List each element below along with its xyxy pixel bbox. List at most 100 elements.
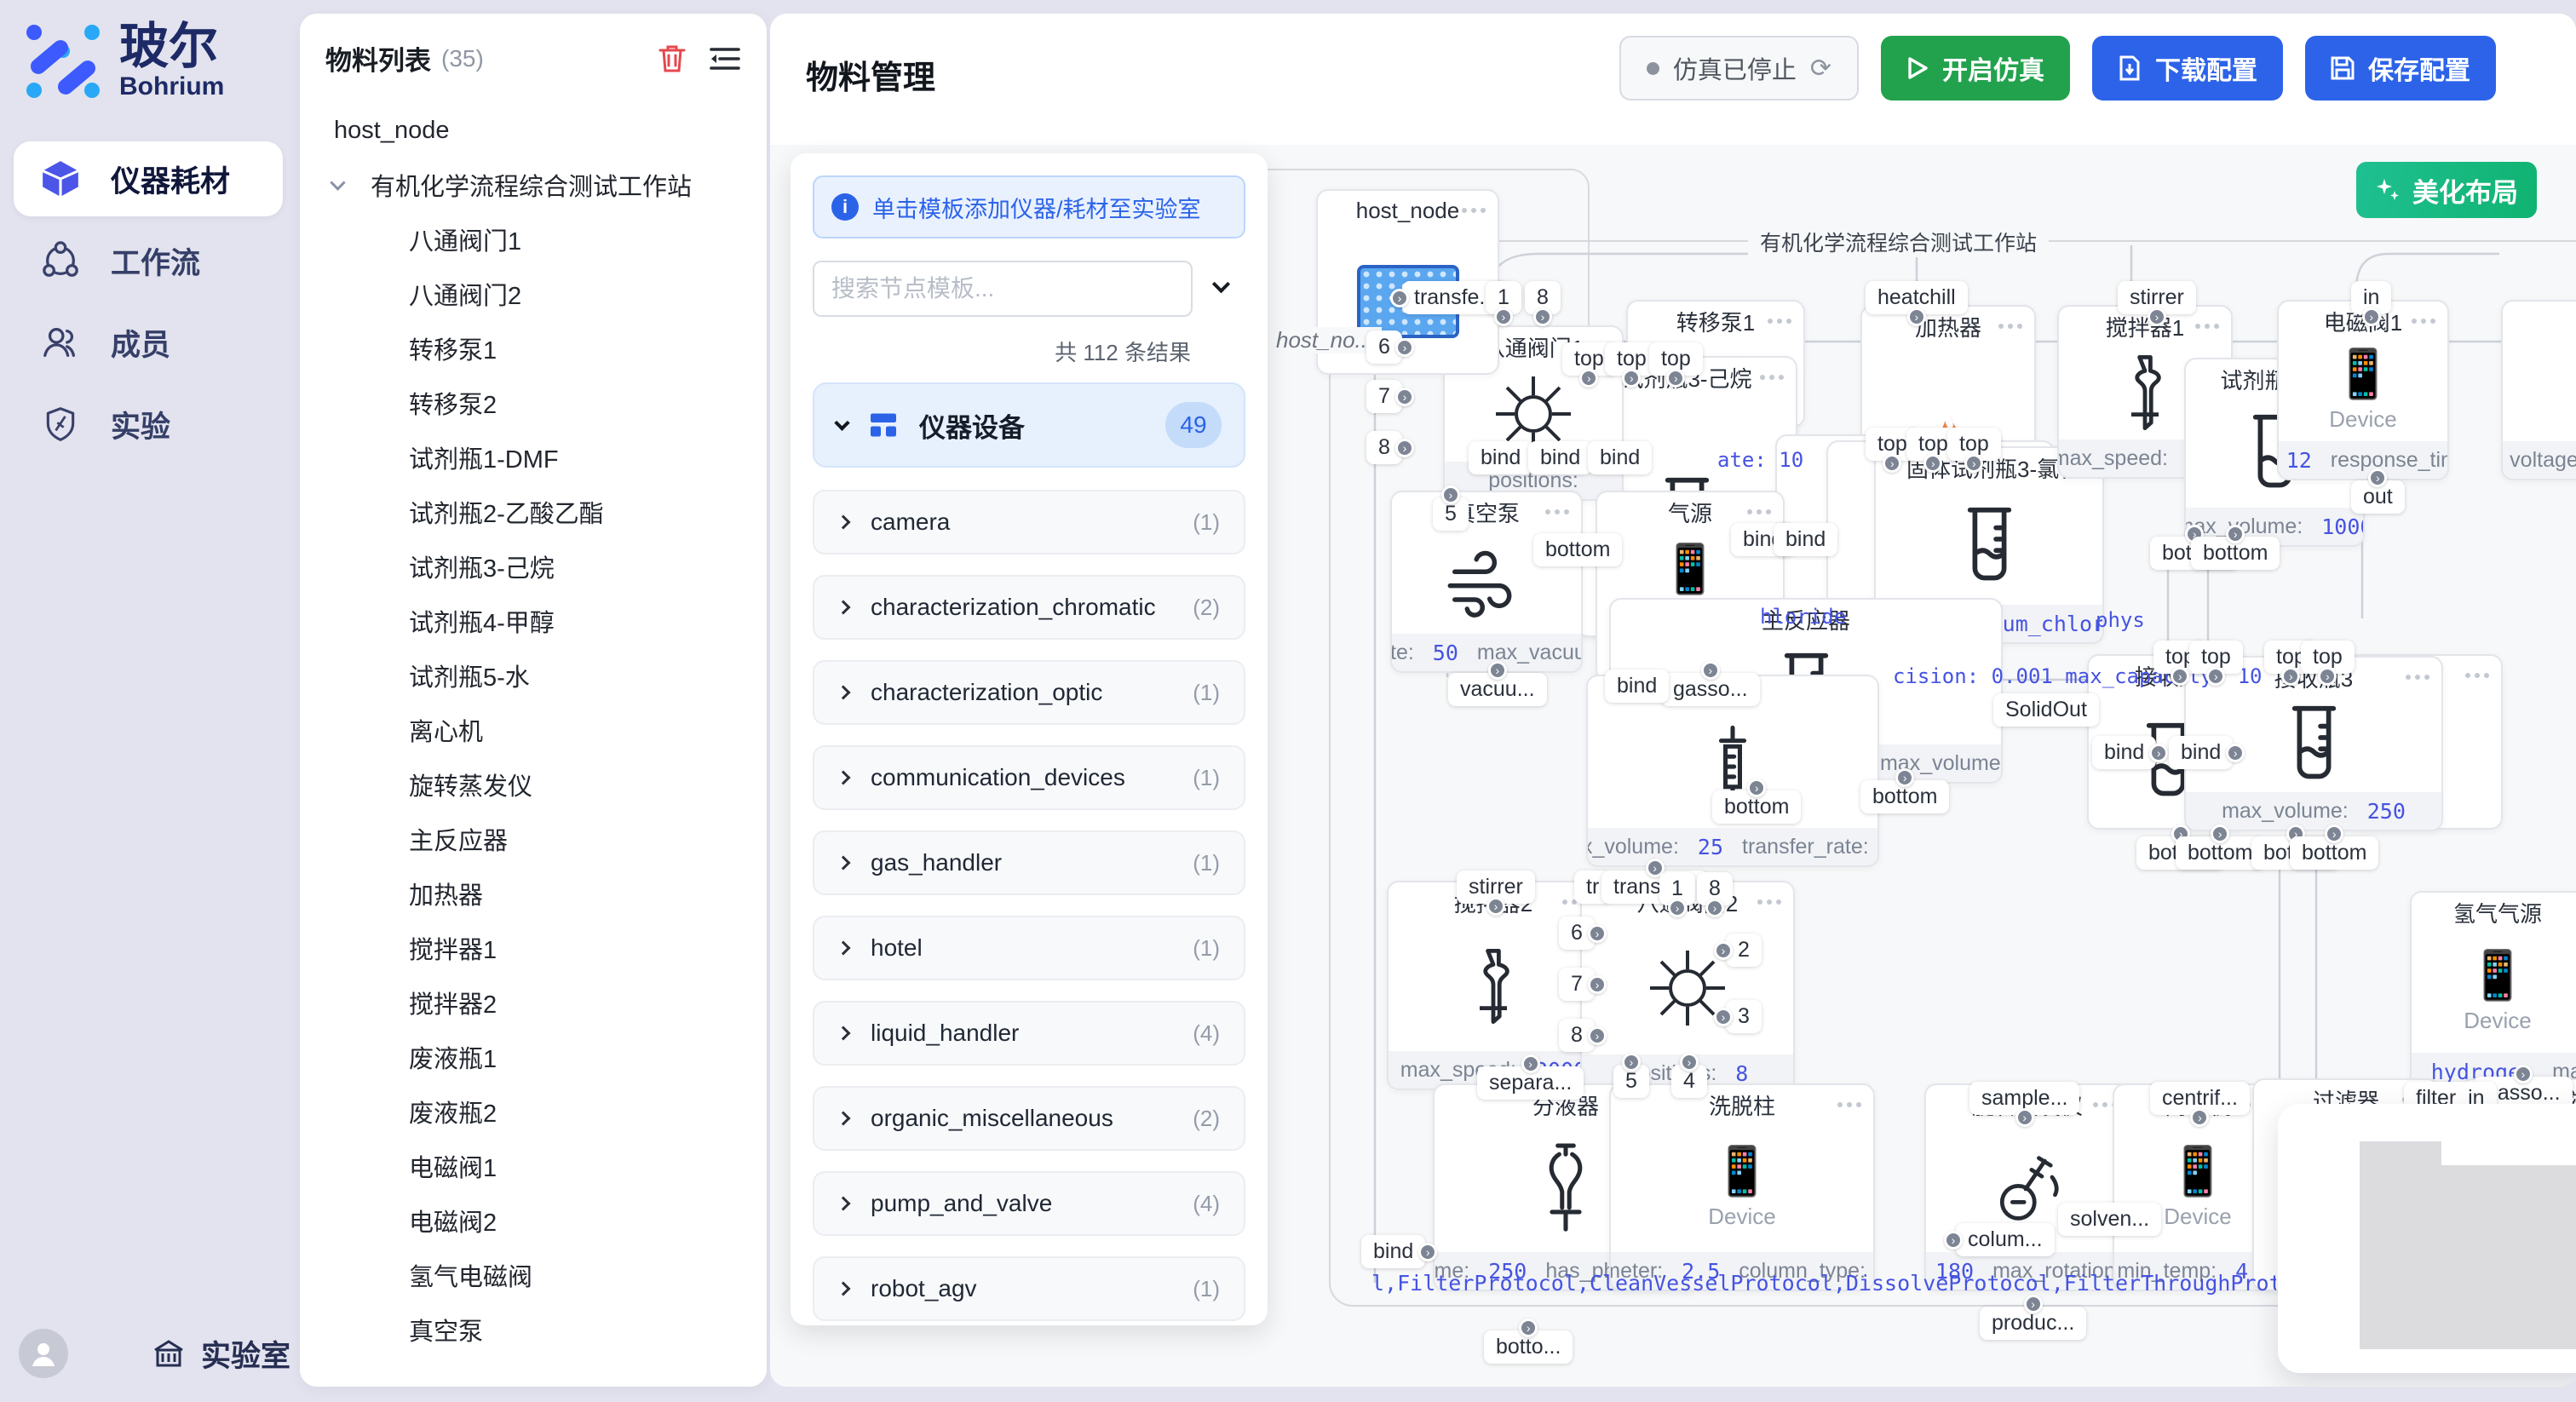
avatar[interactable] [19, 1329, 68, 1378]
tree-item[interactable]: 离心机 [300, 703, 767, 757]
port-chip[interactable]: SolidOut [1993, 693, 2099, 727]
port-connector-icon[interactable]: › [1395, 388, 1414, 406]
port-chip[interactable]: 8› [1697, 872, 1733, 905]
tree-item[interactable]: 试剂瓶5-水 [300, 648, 767, 703]
port-connector-icon[interactable]: › [2226, 744, 2245, 762]
port-connector-icon[interactable]: › [1588, 975, 1607, 994]
template-item-communication_devices[interactable]: communication_devices(1) [813, 745, 1245, 810]
port-chip[interactable]: bind› [2092, 736, 2156, 769]
port-chip[interactable]: colum...› [1956, 1223, 2055, 1256]
node-menu-icon[interactable] [1837, 1102, 1861, 1107]
port-connector-icon[interactable]: › [1622, 369, 1641, 388]
tree-item[interactable]: 电磁阀1 [300, 1139, 767, 1193]
node-menu-icon[interactable] [2465, 673, 2489, 678]
canvas-node[interactable]: 氢气气源📱Device_type:hydrogenmax_pre: [2410, 891, 2576, 1092]
port-connector-icon[interactable]: › [1666, 369, 1685, 388]
port-connector-icon[interactable]: › [1747, 779, 1766, 797]
template-item-hotel[interactable]: hotel(1) [813, 916, 1245, 980]
node-menu-icon[interactable] [2406, 675, 2429, 680]
tree-item[interactable]: 试剂瓶3-己烷 [300, 539, 767, 594]
port-chip[interactable]: bottom› [2290, 836, 2378, 870]
template-item-gas_handler[interactable]: gas_handler(1) [813, 830, 1245, 895]
trash-icon[interactable] [656, 43, 688, 75]
tree-item[interactable]: 搅拌器1 [300, 921, 767, 975]
port-chip[interactable]: top› [2189, 641, 2243, 674]
port-connector-icon[interactable]: › [1701, 661, 1720, 680]
port-connector-icon[interactable]: › [2226, 525, 2245, 543]
port-connector-icon[interactable]: › [2190, 1108, 2209, 1127]
port-connector-icon[interactable]: › [1714, 1008, 1733, 1026]
port-connector-icon[interactable]: › [2171, 667, 2189, 686]
port-connector-icon[interactable]: › [1622, 1053, 1641, 1072]
port-chip[interactable]: top› [2301, 641, 2355, 674]
port-connector-icon[interactable]: › [1705, 899, 1724, 917]
port-connector-icon[interactable]: › [1519, 1319, 1538, 1337]
port-connector-icon[interactable]: › [1588, 1026, 1607, 1045]
port-connector-icon[interactable]: › [1390, 289, 1409, 307]
port-chip[interactable]: 6› [1366, 330, 1402, 364]
port-connector-icon[interactable]: › [1907, 307, 1926, 326]
sim-status-chip[interactable]: 仿真已停止 ⟳ [1619, 36, 1859, 101]
port-chip[interactable]: stirrer› [2118, 281, 2196, 314]
tree-item[interactable]: 试剂瓶2-乙酸乙酯 [300, 485, 767, 539]
port-connector-icon[interactable]: › [2325, 825, 2343, 843]
port-connector-icon[interactable]: › [2514, 1065, 2533, 1083]
port-connector-icon[interactable]: › [1521, 1054, 1540, 1073]
port-chip[interactable]: vacuu...› [1448, 673, 1547, 706]
port-chip[interactable]: gasso...› [1661, 673, 1760, 706]
port-chip[interactable]: bind [1774, 523, 1837, 556]
node-menu-icon[interactable] [1545, 509, 1569, 514]
port-connector-icon[interactable]: › [1668, 899, 1687, 917]
port-chip[interactable]: stirrer› [1457, 871, 1535, 904]
sidebar-item-instruments[interactable]: 仪器耗材 [14, 141, 283, 216]
port-connector-icon[interactable]: › [1895, 768, 1914, 787]
port-connector-icon[interactable]: › [1494, 307, 1513, 326]
port-connector-icon[interactable]: › [1441, 486, 1460, 504]
port-chip[interactable]: 1› [1659, 872, 1695, 905]
sidebar-item-experiments[interactable]: 实验 [14, 387, 283, 462]
tree-item[interactable]: 废液瓶2 [300, 1084, 767, 1139]
port-connector-icon[interactable]: › [2015, 1108, 2034, 1127]
port-chip[interactable]: 6› [1559, 916, 1595, 950]
port-chip[interactable]: bind [1469, 441, 1532, 474]
canvas-node[interactable]: voltage:12 [2501, 300, 2576, 480]
template-item-characterization_optic[interactable]: characterization_optic(1) [813, 660, 1245, 725]
port-connector-icon[interactable]: › [2206, 667, 2225, 686]
node-menu-icon[interactable] [1768, 319, 1791, 324]
tree-item[interactable]: 加热器 [300, 866, 767, 921]
port-connector-icon[interactable]: › [1579, 369, 1598, 388]
port-connector-icon[interactable]: › [1923, 454, 1942, 473]
port-chip[interactable]: bind [1605, 669, 1669, 703]
port-chip[interactable]: separa...› [1477, 1066, 1584, 1100]
canvas-node[interactable]: 洗脱柱📱Devicediameter:2.5column_type:si [1609, 1083, 1875, 1291]
node-menu-icon[interactable] [1760, 375, 1784, 380]
sidebar-item-lab[interactable]: 实验室 [150, 1332, 290, 1376]
port-connector-icon[interactable]: › [2024, 1295, 2043, 1313]
template-item-organic_miscellaneous[interactable]: organic_miscellaneous(2) [813, 1086, 1245, 1151]
port-connector-icon[interactable]: › [1964, 454, 1983, 473]
tree-item[interactable]: 八通阀门1 [300, 212, 767, 267]
port-chip[interactable]: produc...› [1980, 1307, 2086, 1340]
port-chip[interactable]: heatchill› [1866, 281, 1968, 314]
sidebar-item-members[interactable]: 成员 [14, 305, 283, 380]
port-chip[interactable]: botto...› [1484, 1330, 1573, 1364]
port-chip[interactable]: 3› [1726, 1000, 1762, 1033]
template-item-camera[interactable]: camera(1) [813, 490, 1245, 554]
port-chip[interactable]: 5› [1433, 497, 1469, 531]
chevron-down-icon[interactable] [330, 175, 345, 190]
port-connector-icon[interactable]: › [2318, 667, 2337, 686]
download-config-button[interactable]: 下载配置 [2092, 36, 2283, 101]
port-chip[interactable]: 1› [1486, 281, 1521, 314]
tree-item[interactable]: 搅拌器2 [300, 975, 767, 1030]
port-chip[interactable]: 8› [1559, 1019, 1595, 1052]
canvas-node[interactable]: 电磁阀1📱Devicevoltage:12response_time:0.1 [2277, 300, 2449, 480]
port-connector-icon[interactable]: › [1883, 454, 1901, 473]
port-chip[interactable]: top› [1947, 428, 2001, 461]
port-chip[interactable]: 7› [1366, 380, 1402, 413]
port-chip[interactable]: bind [1528, 441, 1592, 474]
port-chip[interactable]: bind› [1361, 1235, 1425, 1268]
port-connector-icon[interactable]: › [1395, 439, 1414, 457]
port-chip[interactable]: bottom› [2191, 537, 2280, 570]
port-chip[interactable]: bind› [2169, 736, 2233, 769]
port-connector-icon[interactable]: › [2281, 667, 2300, 686]
